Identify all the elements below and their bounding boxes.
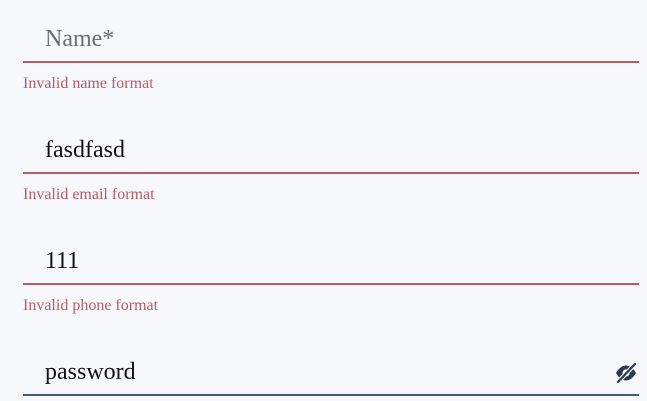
email-input[interactable] (45, 130, 605, 170)
signup-form: Invalid name format Invalid email format… (0, 0, 647, 401)
phone-field-wrapper (23, 229, 639, 285)
email-field-wrapper (23, 118, 639, 174)
password-field-wrapper (23, 340, 639, 396)
password-input[interactable] (45, 352, 605, 392)
phone-error-text: Invalid phone format (23, 297, 159, 314)
name-input[interactable] (45, 19, 605, 59)
name-field-wrapper (23, 7, 639, 63)
eye-slash-icon[interactable] (613, 360, 639, 386)
phone-input[interactable] (45, 241, 605, 281)
name-error-text: Invalid name format (23, 75, 154, 92)
email-error-text: Invalid email format (23, 186, 155, 203)
